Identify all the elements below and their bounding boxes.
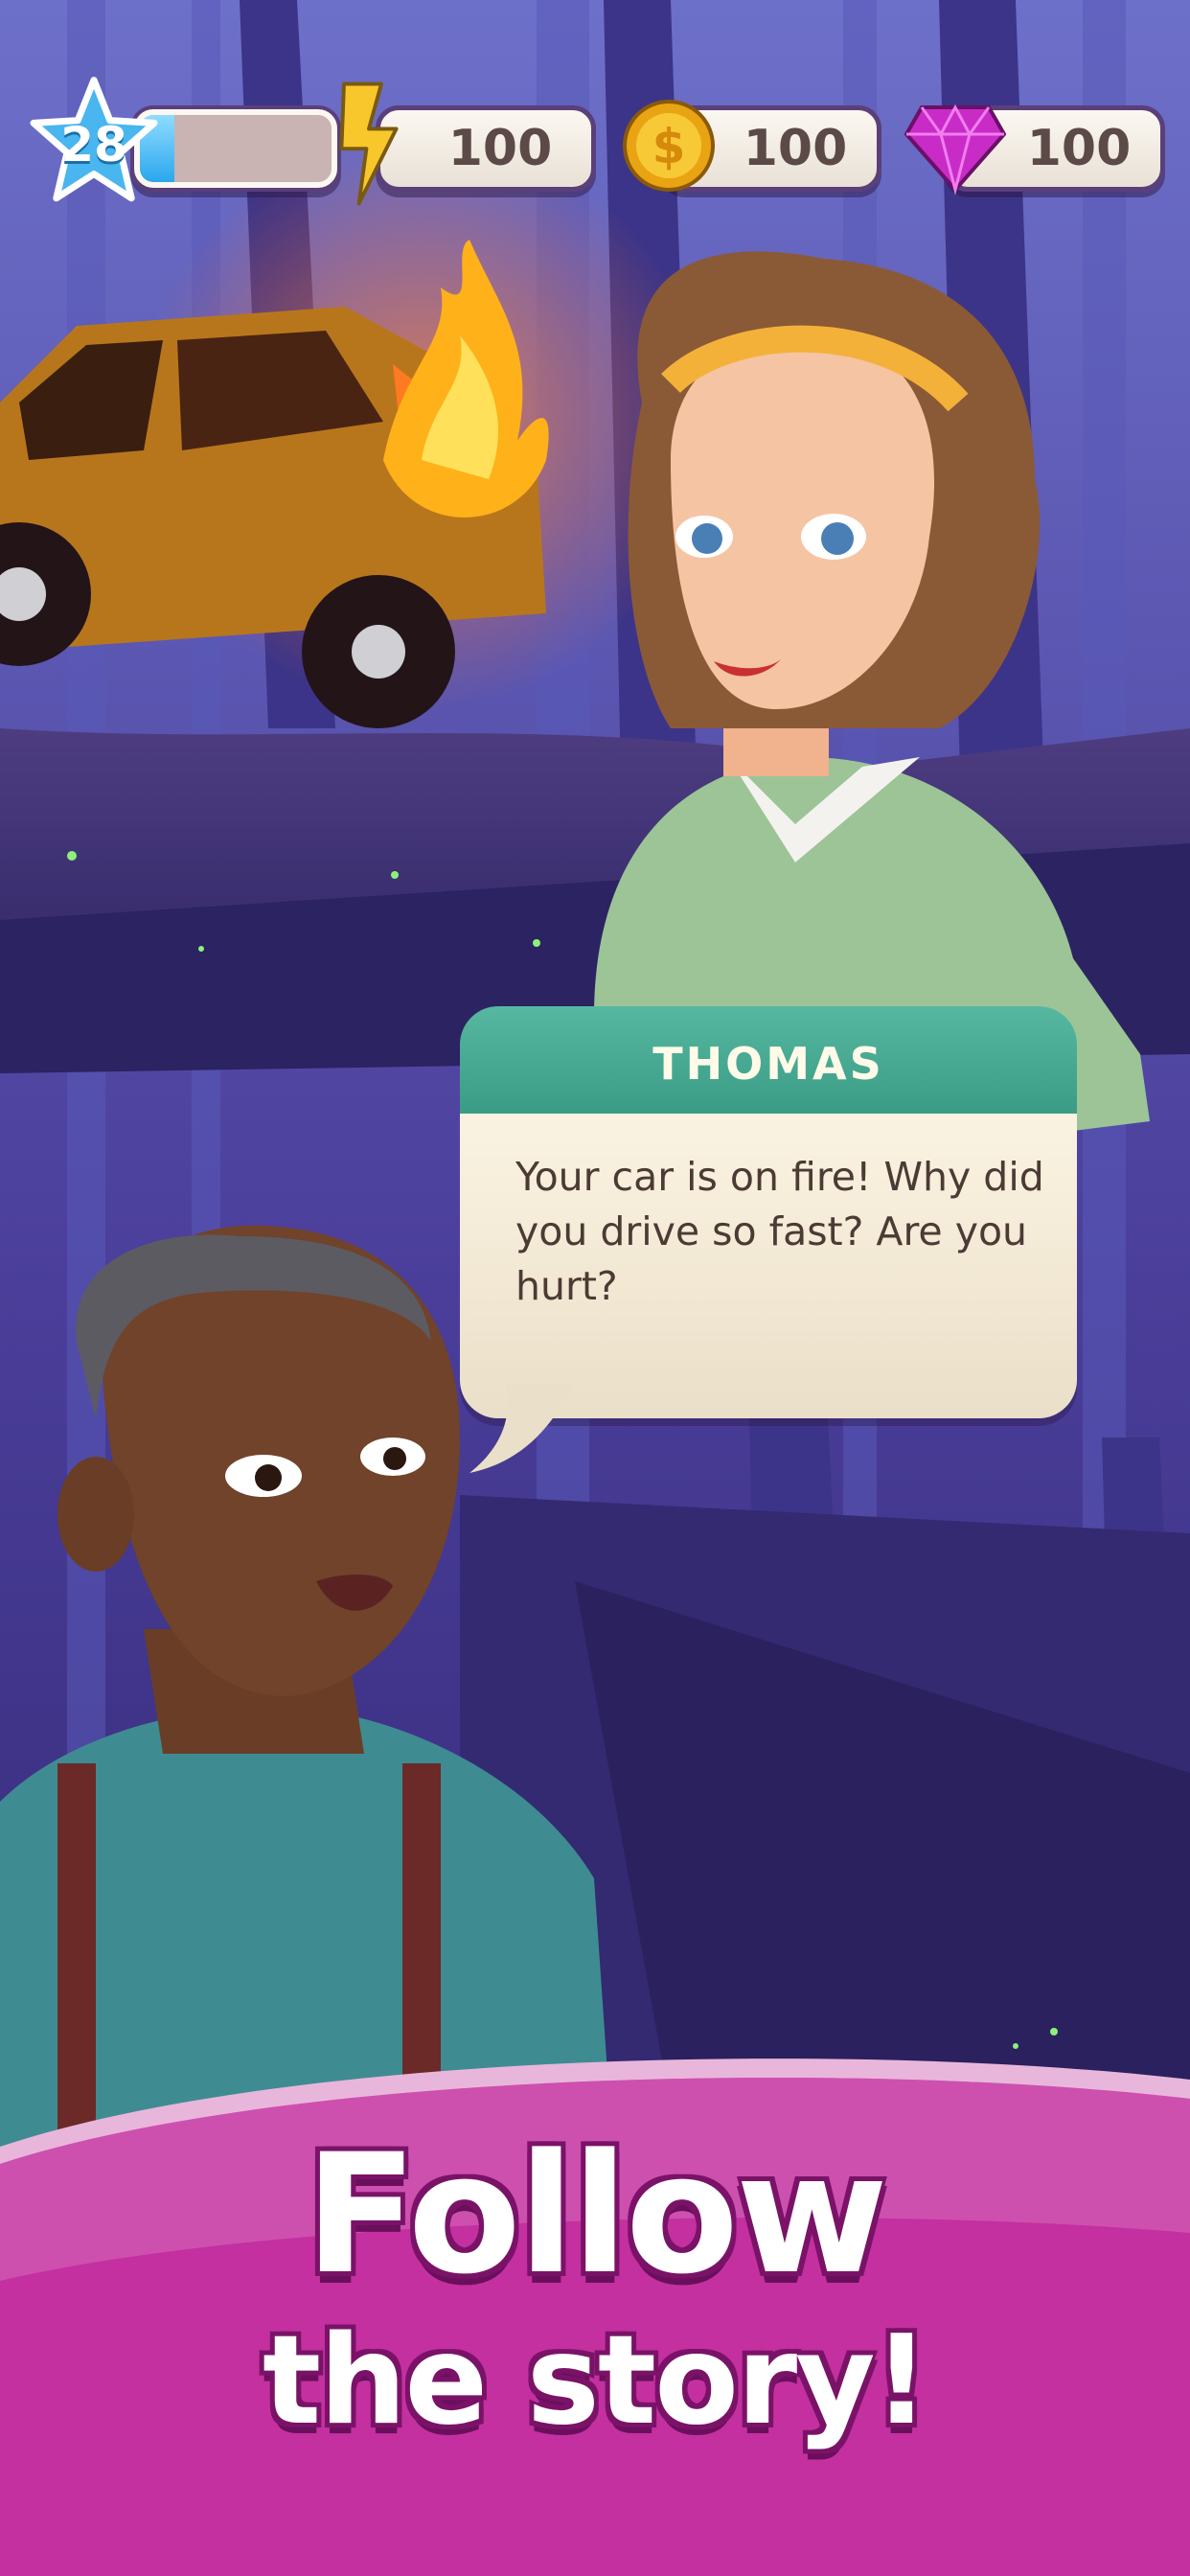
dialogue-text: Your car is on fire! Why did you drive s… [515,1154,1044,1309]
banner-headline: Follow [305,2118,888,2311]
dialogue-body: Your car is on fire! Why did you drive s… [460,1114,1077,1418]
level-number: 28 [60,117,127,172]
svg-text:$: $ [652,119,686,174]
lightning-icon [339,81,399,206]
speaker-name: THOMAS [652,1038,884,1090]
energy-value: 100 [447,120,553,177]
energy-counter[interactable]: 100 [376,105,596,192]
gem-icon [904,104,1006,196]
dialogue-bubble[interactable]: THOMAS Your car is on fire! Why did you … [460,1006,1077,1418]
coin-icon: $ [623,100,715,192]
speaker-header: THOMAS [460,1006,1077,1114]
banner-subheadline: the story! [263,2310,929,2452]
coin-value: 100 [743,120,848,177]
xp-progress-bar [134,109,337,188]
speech-tail-icon [469,1385,573,1473]
gem-value: 100 [1026,120,1132,177]
top-resource-bar: 28 100 100 $ 100 [0,0,1190,211]
